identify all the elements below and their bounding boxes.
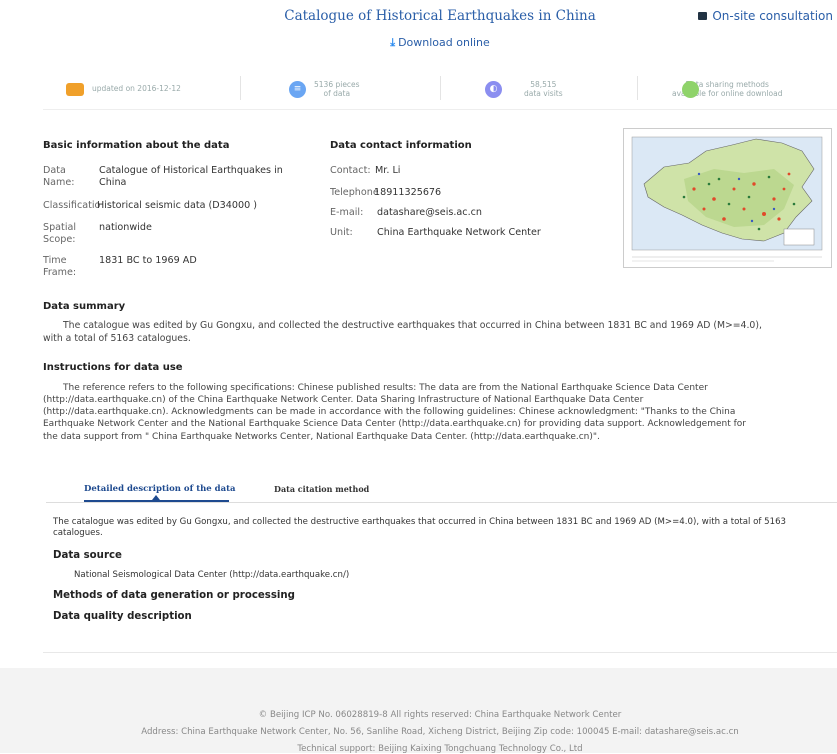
footer-address: Address: China Earthquake Network Center… [141,727,739,737]
on-site-consultation-button[interactable]: On-site consultation [698,9,833,23]
time-frame-label: Time Frame: [43,255,76,279]
description-line: catalogues. [53,528,103,539]
data-summary-text: The catalogue was edited by Gu Gongxu, a… [43,320,833,345]
unit-label: Unit: [330,227,353,238]
telephone-label: Telephone: [330,187,378,198]
description-panel: The catalogue was edited by Gu Gongxu, a… [53,517,833,622]
epicenter-map-image[interactable] [623,128,832,268]
stat-divider [637,76,638,100]
value-part: Catalogue of Historical Earthquakes in [99,165,283,176]
contact-info-heading: Data contact information [330,140,472,151]
instructions-line: the data support from " China Earthquake… [43,431,600,442]
instructions-line: (http://data.earthquake.cn). Acknowledgm… [43,407,736,418]
visits-text: 58,515 data visits [524,80,563,99]
calendar-icon [66,82,84,96]
quality-heading: Data quality description [53,611,192,623]
footer: © Beijing ICP No. 06028819-8 All rights … [0,668,837,754]
email-value[interactable]: datashare@seis.ac.cn [377,207,482,218]
eye-icon: ◐ [485,80,502,98]
download-online-link[interactable]: ⤓ Download online [0,36,837,50]
data-name-value: Catalogue of Historical Earthquakes in Ch… [99,165,283,189]
value-part: China [99,177,127,188]
summary-line: with a total of 5163 catalogues. [43,332,191,344]
data-source-value: National Seismological Data Center (http… [74,570,350,581]
visits-caption: data visits [524,89,563,98]
classification-value: Historical seismic data (D34000 ) [97,200,257,211]
tab-data-citation[interactable]: Data citation method [274,484,369,494]
footer-copyright: © Beijing ICP No. 06028819-8 All rights … [258,710,622,720]
visits-count: 58,515 [530,79,557,89]
stat-pieces: ≡ 5136 pieces of data [289,73,360,105]
label-part: Time [43,255,67,266]
label-part: Scope: [43,234,76,245]
description-line: The catalogue was edited by Gu Gongxu, a… [53,517,787,527]
instructions-heading: Instructions for data use [43,362,183,373]
stat-divider [240,76,241,100]
data-source-heading: Data source [53,550,122,562]
pieces-text: 5136 pieces of data [314,80,360,99]
label-part: Spatial [43,222,77,233]
database-icon: ≡ [289,80,306,98]
stat-visits: ◐ 58,515 data visits [485,73,563,105]
share-icon [682,80,699,98]
label-part: Data [43,165,66,176]
stats-divider [43,109,837,110]
active-tab-caret [152,495,160,500]
telephone-value: 18911325676 [374,187,442,198]
spatial-scope-value: nationwide [99,222,152,233]
tab-detailed-description[interactable]: Detailed description of the data [84,484,236,494]
summary-line: The catalogue was edited by Gu Gongxu, a… [63,320,762,331]
pieces-caption: of data [323,89,351,98]
download-label: Download online [398,36,490,49]
contact-label: Contact: [330,165,371,176]
china-map-graphic [631,136,823,262]
download-icon: ⤓ [390,36,396,49]
data-summary-heading: Data summary [43,301,126,312]
consult-label: On-site consultation [712,9,833,23]
instructions-line: The reference refers to the following sp… [63,383,708,393]
instructions-line: (http://data.earthquake.cn) of the China… [43,395,644,406]
pieces-count: 5136 pieces [314,79,360,89]
contact-value: Mr. Li [375,165,401,176]
classification-label: Classification: [43,200,101,211]
content-divider [43,652,837,653]
active-tab-indicator [84,500,229,502]
email-label: E-mail: [330,207,364,218]
updated-text: updated on 2016-12-12 [92,84,181,94]
label-part: Name: [43,177,75,188]
spatial-scope-label: Spatial Scope: [43,222,76,246]
detail-tabs: Detailed description of the data Data ci… [46,480,837,503]
label-part: Frame: [43,267,77,278]
chat-icon [698,12,708,20]
stat-divider [440,76,441,100]
basic-info-heading: Basic information about the data [43,140,230,151]
stat-sharing: Data sharing methods available for online… [672,73,782,105]
stat-updated: updated on 2016-12-12 [66,73,181,105]
instructions-line: Earthquake Network Center and the Nation… [43,419,746,430]
data-name-label: Data Name: [43,165,75,189]
instructions-text: The reference refers to the following sp… [43,382,833,443]
unit-value: China Earthquake Network Center [377,227,541,238]
time-frame-value: 1831 BC to 1969 AD [99,255,197,266]
methods-heading: Methods of data generation or processing [53,590,295,602]
